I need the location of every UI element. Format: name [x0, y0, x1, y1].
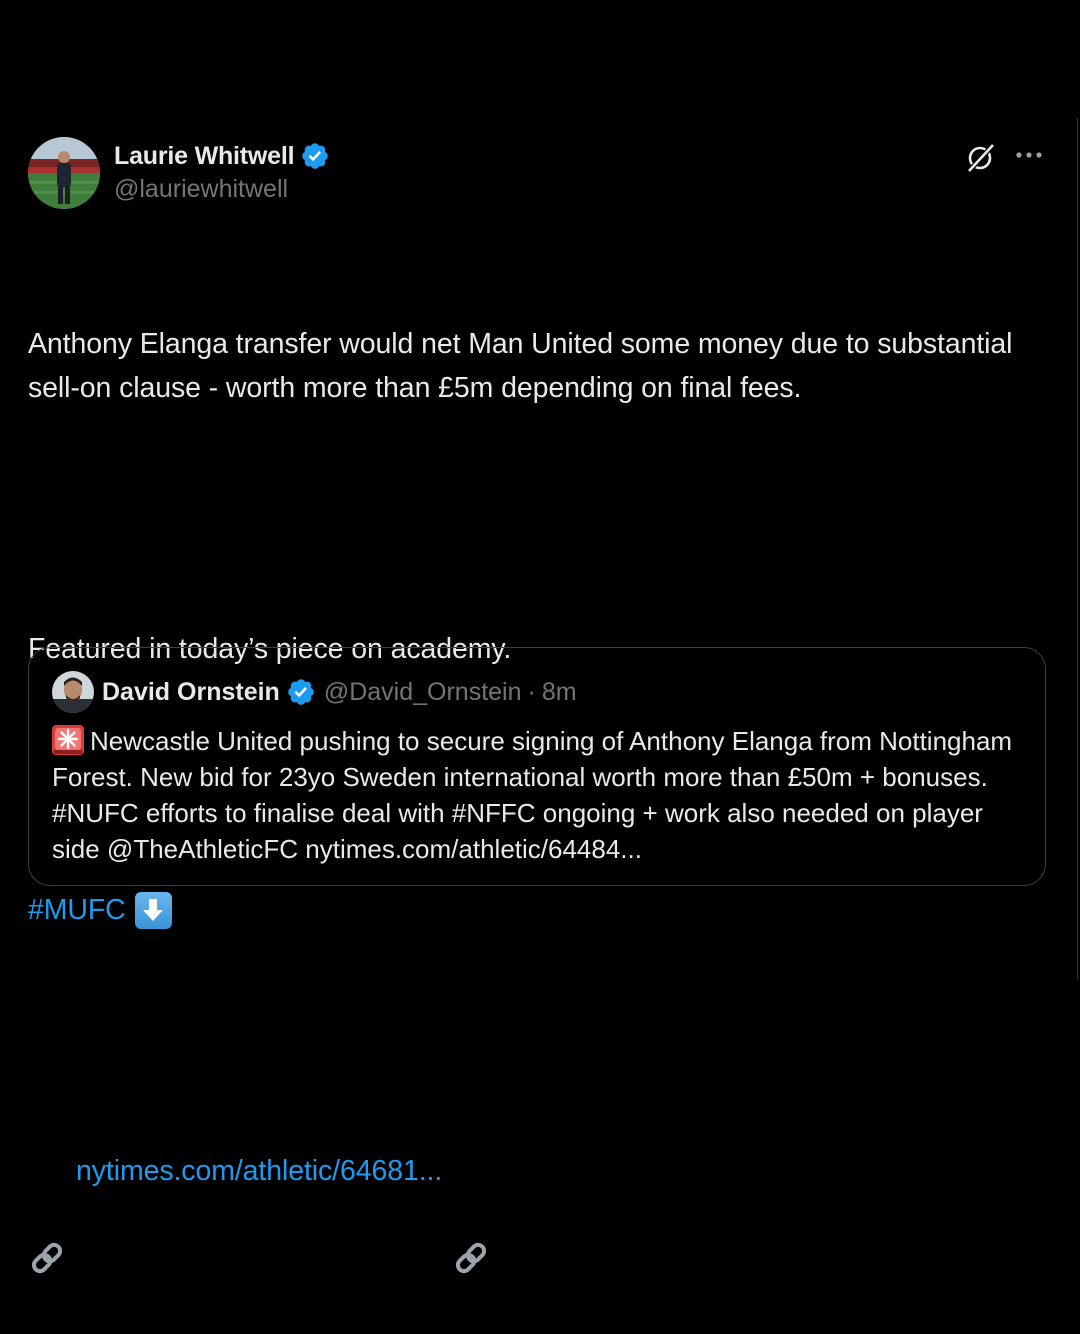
- quoted-tweet-header: David Ornstein @David_Ornstein · 8m: [52, 670, 577, 714]
- tweet-paragraph: Anthony Elanga transfer would net Man Un…: [28, 328, 1021, 404]
- link-emoji-icon: [28, 1152, 66, 1274]
- author-avatar[interactable]: [28, 137, 100, 209]
- author-names: Laurie Whitwell @lauriewhitwell: [114, 140, 330, 204]
- verified-badge-icon: [286, 677, 316, 707]
- tweet-header: Laurie Whitwell @lauriewhitwell: [28, 136, 1052, 210]
- grok-icon[interactable]: [964, 140, 998, 174]
- separator-dot: ·: [527, 677, 536, 706]
- quoted-author-handle: @David_Ornstein: [323, 677, 522, 706]
- hashtag-line: #MUFC: [28, 889, 1052, 933]
- verified-badge-icon[interactable]: [300, 141, 330, 171]
- quoted-tweet-body: Newcastle United pushing to secure signi…: [52, 723, 1032, 867]
- article-link[interactable]: nytimes.com/athletic/64681...: [76, 1150, 442, 1194]
- hashtag-link[interactable]: #MUFC: [28, 889, 126, 933]
- quoted-author-avatar: [52, 671, 94, 713]
- down-arrow-emoji-icon: [134, 891, 172, 929]
- author-display-name[interactable]: Laurie Whitwell: [114, 142, 295, 171]
- quoted-tweet[interactable]: David Ornstein @David_Ornstein · 8m Newc…: [28, 647, 1046, 886]
- quoted-tweet-text: Newcastle United pushing to secure signi…: [52, 726, 1013, 864]
- quoted-tweet-time: 8m: [541, 677, 577, 706]
- siren-emoji-icon: [52, 725, 84, 755]
- link-line: nytimes.com/athletic/64681...: [28, 1150, 1052, 1274]
- author-handle[interactable]: @lauriewhitwell: [114, 175, 330, 204]
- timeline-border: [1077, 118, 1078, 980]
- quoted-author-display-name: David Ornstein: [102, 677, 280, 706]
- more-options-icon[interactable]: [1014, 140, 1044, 170]
- link-emoji-icon: [452, 1152, 490, 1274]
